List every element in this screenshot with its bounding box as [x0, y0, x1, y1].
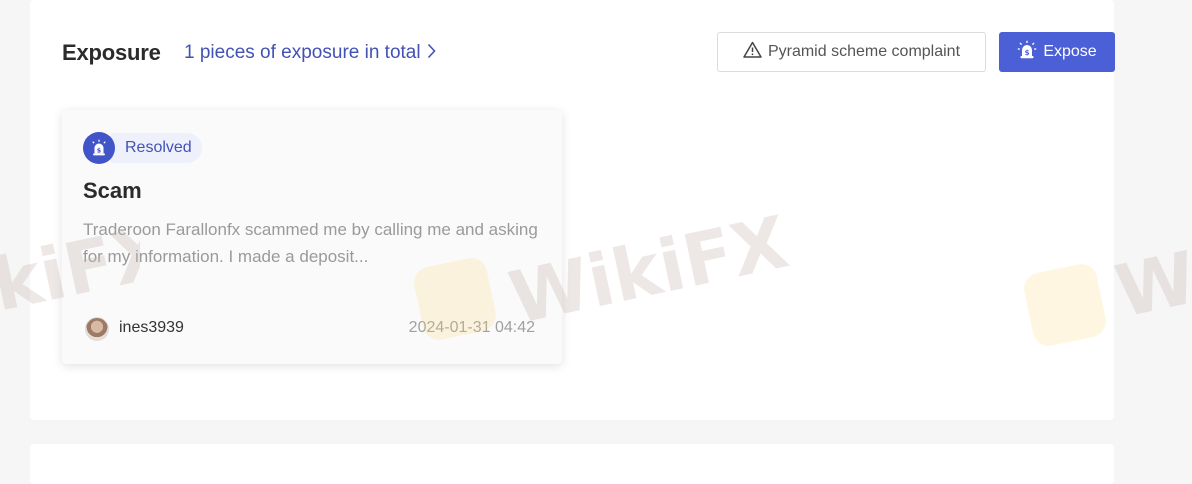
status-label: Resolved — [111, 133, 202, 163]
alarm-light-icon: $ — [83, 132, 115, 164]
alarm-light-icon: $ — [1017, 40, 1043, 65]
warning-triangle-icon — [743, 41, 768, 63]
svg-text:$: $ — [1025, 49, 1030, 57]
status-badge: $ Resolved — [83, 132, 202, 164]
expose-button[interactable]: $ Expose — [999, 32, 1115, 72]
post-date: 2024-01-31 04:42 — [408, 319, 535, 336]
exposure-count-link[interactable]: 1 pieces of exposure in total — [184, 42, 436, 65]
card-title: Scam — [83, 178, 142, 203]
avatar[interactable] — [85, 317, 109, 341]
section-title: Exposure — [62, 40, 161, 65]
watermark-right-text: Wi — [1108, 240, 1192, 334]
username[interactable]: ines3939 — [119, 319, 184, 337]
exposure-header: Exposure 1 pieces of exposure in total P… — [62, 32, 1115, 76]
pyramid-complaint-button[interactable]: Pyramid scheme complaint — [717, 32, 986, 72]
card-description: Traderoon Farallonfx scammed me by calli… — [83, 220, 538, 266]
exposure-count-text: 1 pieces of exposure in total — [184, 42, 421, 63]
svg-text:$: $ — [97, 148, 101, 155]
next-panel — [30, 444, 1114, 484]
pyramid-complaint-label: Pyramid scheme complaint — [767, 43, 961, 60]
card-footer: ines3939 2024-01-31 04:42 — [85, 317, 535, 341]
expose-label: Expose — [1043, 43, 1097, 60]
chevron-right-icon — [427, 43, 436, 65]
exposure-card[interactable]: $ Resolved Scam Traderoon Farallonfx sca… — [62, 110, 562, 364]
